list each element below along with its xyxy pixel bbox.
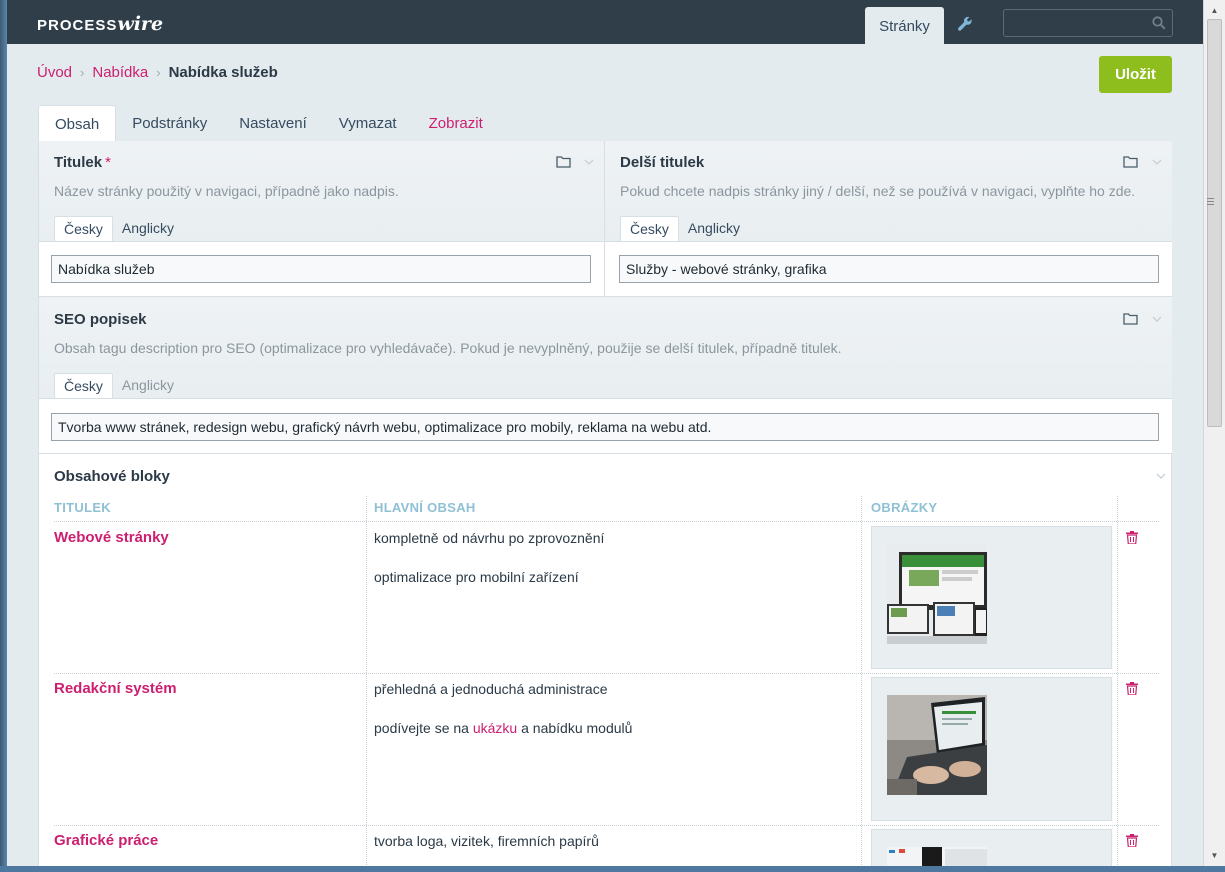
row-content-line: optimalizace pro mobilní zařízení [374, 569, 579, 585]
column-divider [861, 496, 862, 866]
field-long-title-description: Pokud chcete nadpis stránky jiný / delší… [620, 183, 1136, 199]
column-header-images: OBRÁZKY [871, 500, 938, 515]
thumbnail-laptop[interactable] [887, 695, 987, 795]
processwire-logo[interactable]: PROCESSwire [37, 13, 163, 35]
lang-tab-cs[interactable]: Česky [54, 216, 113, 242]
lang-tab-cs[interactable]: Česky [620, 216, 679, 242]
field-title-description: Název stránky použitý v navigaci, případ… [54, 183, 399, 199]
row-content-line: tvorba loga, vizitek, firemních papírů [374, 833, 599, 849]
required-mark: * [105, 154, 111, 171]
folder-icon[interactable] [556, 155, 571, 168]
breadcrumb-home[interactable]: Úvod [37, 64, 72, 81]
folder-icon[interactable] [1123, 155, 1138, 168]
tab-children[interactable]: Podstránky [116, 105, 223, 142]
logo-text-accent: wire [117, 13, 164, 35]
chevron-down-icon[interactable] [1152, 157, 1162, 167]
row-content-line: přehledná a jednoduchá administrace [374, 681, 608, 697]
lang-tab-en[interactable]: Anglicky [113, 373, 183, 399]
nav-pages-tab[interactable]: Stránky [865, 7, 944, 44]
row-divider [54, 673, 1159, 674]
page-title: Nabídka služeb [168, 64, 278, 81]
folder-icon[interactable] [1123, 312, 1138, 325]
input-area: Tvorba www stránek, redesign webu, grafi… [39, 398, 1172, 453]
lang-tab-en[interactable]: Anglicky [113, 216, 183, 242]
content-panel: Titulek * Název stránky použitý v navigac… [38, 141, 1172, 866]
trash-icon[interactable] [1126, 682, 1138, 696]
chevron-down-icon[interactable] [1156, 471, 1166, 484]
scrollbar-thumb[interactable] [1207, 19, 1222, 427]
lang-tab-cs[interactable]: Česky [54, 373, 113, 399]
editor-tabs: Obsah Podstránky Nastavení Vymazat Zobra… [38, 105, 499, 142]
long-title-input[interactable]: Služby - webové stránky, grafika [619, 255, 1159, 283]
row-divider [54, 825, 1159, 826]
field-long-title-label: Delší titulek [620, 154, 705, 171]
row-title[interactable]: Webové stránky [54, 529, 169, 546]
image-field [871, 526, 1112, 669]
scroll-up-arrow-icon[interactable]: ▲ [1207, 3, 1222, 18]
image-field [871, 829, 1112, 866]
lang-tabs: Česky Anglicky [620, 216, 749, 242]
input-area: Služby - webové stránky, grafika [605, 241, 1172, 296]
chevron-down-icon[interactable] [1152, 314, 1162, 324]
column-divider [1117, 496, 1118, 866]
logo-text-main: PROCESS [37, 17, 118, 34]
field-seo-description: Obsah tagu description pro SEO (optimali… [54, 340, 842, 356]
chevron-down-icon[interactable] [584, 157, 594, 167]
window-frame-bottom [0, 866, 1225, 872]
save-button[interactable]: Uložit [1099, 56, 1172, 93]
window-frame-left [0, 0, 7, 872]
trash-icon[interactable] [1126, 834, 1138, 848]
demo-link[interactable]: ukázku [473, 720, 517, 736]
scrollbar-grip-icon [1207, 198, 1214, 199]
row-content-line: podívejte se na ukázku a nabídku modulů [374, 720, 633, 736]
column-divider [366, 496, 367, 866]
search-icon [1152, 16, 1166, 30]
breadcrumb-separator-icon: › [80, 65, 85, 80]
image-field [871, 677, 1112, 821]
tab-content[interactable]: Obsah [38, 105, 117, 142]
field-seo: SEO popisek Obsah tagu description pro S… [39, 297, 1172, 454]
column-header-title: TITULEK [54, 500, 111, 515]
lang-tabs: Česky Anglicky [54, 373, 183, 399]
row-divider [54, 521, 1159, 522]
search-input[interactable] [1003, 9, 1173, 37]
wrench-icon[interactable] [957, 16, 973, 32]
lang-tabs: Česky Anglicky [54, 216, 183, 242]
row-title[interactable]: Grafické práce [54, 832, 158, 849]
masthead: PROCESSwire Stránky [7, 0, 1203, 44]
trash-icon[interactable] [1126, 531, 1138, 545]
seo-input[interactable]: Tvorba www stránek, redesign webu, grafi… [51, 413, 1159, 441]
thumbnail-devices[interactable] [887, 544, 987, 644]
row-content-line: kompletně od návrhu po zprovoznění [374, 530, 605, 546]
column-header-content: HLAVNÍ OBSAH [374, 500, 476, 515]
breadcrumb-offer[interactable]: Nabídka [92, 64, 148, 81]
tab-view[interactable]: Zobrazit [413, 105, 499, 142]
thumbnail-graphics[interactable] [887, 847, 987, 866]
title-input[interactable]: Nabídka služeb [51, 255, 591, 283]
field-title-label: Titulek * [54, 154, 111, 171]
field-title: Titulek * Název stránky použitý v navigac… [39, 141, 605, 297]
tab-delete[interactable]: Vymazat [323, 105, 413, 142]
lang-tab-en[interactable]: Anglicky [679, 216, 749, 242]
app: PROCESSwire Stránky Úvod › Nabídka › Nab… [7, 0, 1203, 866]
field-seo-label: SEO popisek [54, 311, 147, 328]
scroll-down-arrow-icon[interactable]: ▼ [1207, 848, 1222, 863]
tab-settings[interactable]: Nastavení [223, 105, 323, 142]
breadcrumb-separator-icon: › [156, 65, 161, 80]
breadcrumb: Úvod › Nabídka › Nabídka služeb [37, 64, 278, 81]
field-long-title: Delší titulek Pokud chcete nadpis stránk… [605, 141, 1172, 297]
input-area: Nabídka služeb [39, 241, 604, 296]
row-title[interactable]: Redakční systém [54, 680, 177, 697]
repeater-title: Obsahové bloky [54, 468, 170, 485]
vertical-scrollbar[interactable]: ▲ ▼ [1203, 0, 1225, 866]
